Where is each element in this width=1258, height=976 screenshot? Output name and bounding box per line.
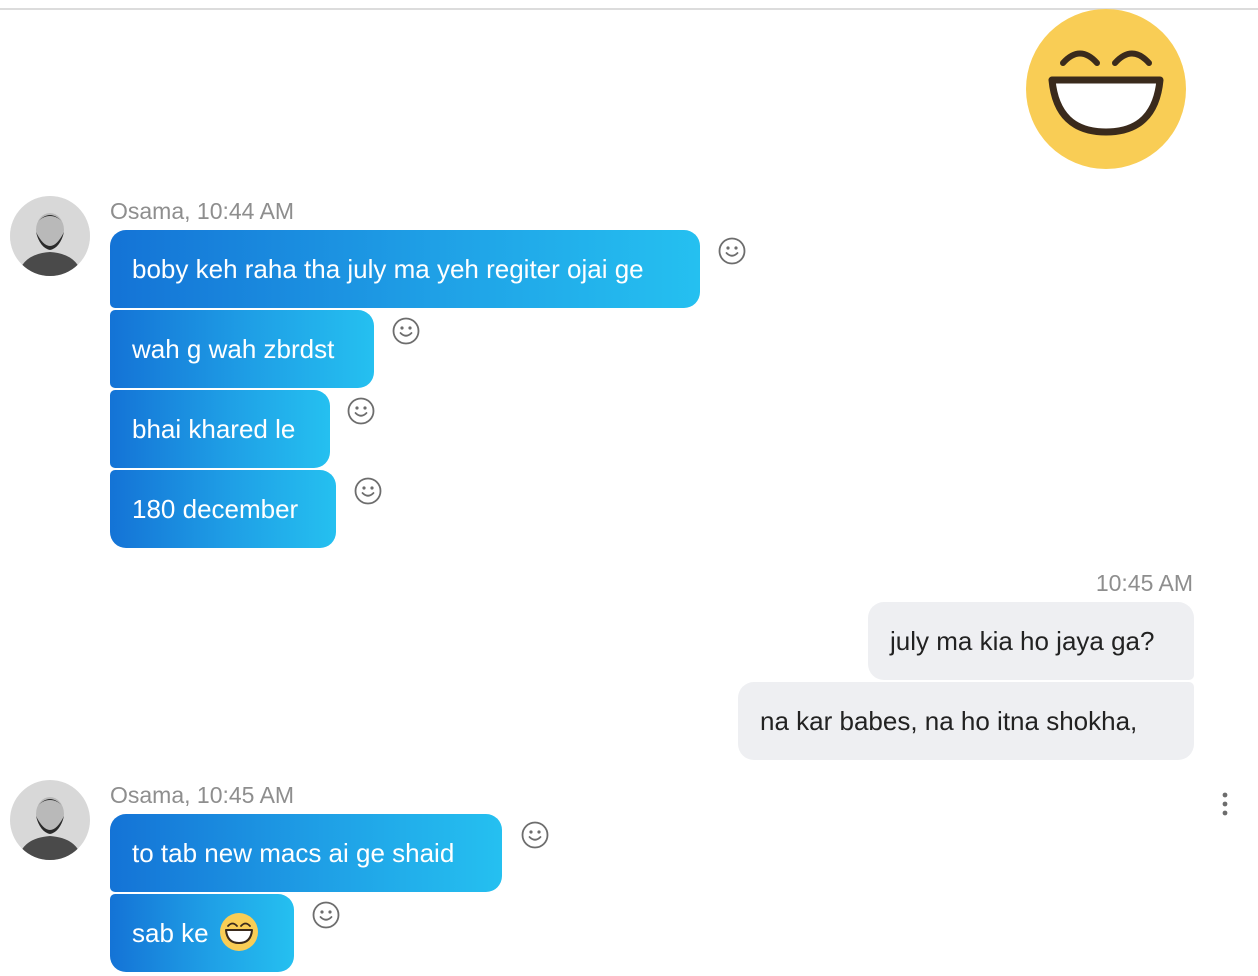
message-text: sab ke (132, 918, 209, 948)
message-bubble[interactable]: bhai khared le (110, 390, 330, 468)
message-bubble[interactable]: to tab new macs ai ge shaid (110, 814, 502, 892)
message-bubble[interactable]: sab ke (110, 894, 294, 972)
react-smiley-icon[interactable] (311, 900, 341, 930)
react-smiley-icon[interactable] (717, 236, 747, 266)
avatar-osama[interactable] (10, 196, 90, 276)
message-bubble[interactable]: na kar babes, na ho itna shokha, (738, 682, 1194, 760)
message-bubble[interactable]: wah g wah zbrdst (110, 310, 374, 388)
grinning-face-emoji-icon (219, 913, 258, 952)
message-bubble[interactable]: boby keh raha tha july ma yeh regiter oj… (110, 230, 700, 308)
react-smiley-icon[interactable] (391, 316, 421, 346)
react-smiley-icon[interactable] (353, 476, 383, 506)
react-smiley-icon[interactable] (520, 820, 550, 850)
large-grinning-emoji-icon (1026, 9, 1186, 169)
message-meta: 10:45 AM (1095, 570, 1193, 596)
more-options-icon[interactable] (1218, 790, 1232, 820)
avatar-osama[interactable] (10, 780, 90, 860)
message-bubble[interactable]: july ma kia ho jaya ga? (868, 602, 1194, 680)
message-bubble[interactable]: 180 december (110, 470, 336, 548)
react-smiley-icon[interactable] (346, 396, 376, 426)
message-meta: Osama, 10:44 AM (110, 198, 295, 224)
message-meta: Osama, 10:45 AM (110, 782, 295, 808)
